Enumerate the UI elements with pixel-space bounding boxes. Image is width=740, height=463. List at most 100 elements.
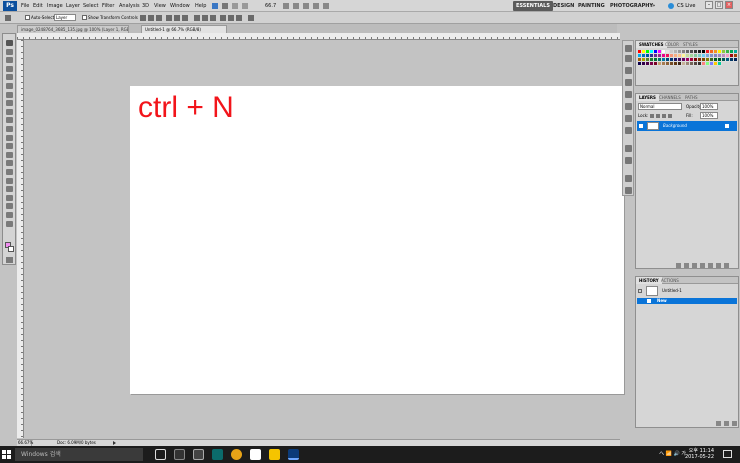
new-layer-icon[interactable] <box>716 263 721 268</box>
browser-app-icon[interactable] <box>231 449 242 460</box>
align-top-icon[interactable] <box>140 15 146 21</box>
align-vcenter-icon[interactable] <box>148 15 154 21</box>
eye-icon[interactable] <box>639 124 643 128</box>
taskbar-clock[interactable]: 오후 11:14 2017-05-22 <box>685 448 714 460</box>
brush-tool-icon[interactable] <box>6 100 13 107</box>
delete-state-icon[interactable] <box>732 421 737 426</box>
new-document-from-state-icon[interactable] <box>716 421 721 426</box>
paragraph-panel-icon[interactable] <box>625 157 632 164</box>
distribute-bottom-icon[interactable] <box>210 15 216 21</box>
shape-tool-icon[interactable] <box>6 186 13 193</box>
history-snapshot[interactable]: Untitled-1 <box>638 286 736 296</box>
quick-select-tool-icon[interactable] <box>6 65 13 72</box>
chrome-app-icon[interactable] <box>174 449 185 460</box>
zoom-tool-icon[interactable] <box>6 220 13 227</box>
move-tool-icon[interactable] <box>5 15 11 21</box>
link-layers-icon[interactable] <box>676 263 681 268</box>
fill-field[interactable]: 100% <box>700 112 718 119</box>
show-transform-checkbox[interactable] <box>82 15 87 20</box>
mini-bridge-panel-icon[interactable] <box>625 45 632 52</box>
distribute-hcenter-icon[interactable] <box>228 15 234 21</box>
color-swatch[interactable] <box>718 62 722 66</box>
layer-mask-icon[interactable] <box>692 263 697 268</box>
minibridge-icon[interactable] <box>222 3 228 9</box>
lock-image-icon[interactable] <box>656 114 660 118</box>
photoshop-app-icon[interactable] <box>288 449 299 460</box>
auto-align-icon[interactable] <box>248 15 254 21</box>
workspace-painting[interactable]: PAINTING <box>575 1 608 11</box>
blur-tool-icon[interactable] <box>6 143 13 150</box>
distribute-left-icon[interactable] <box>220 15 226 21</box>
menu-filter[interactable]: Filter <box>102 2 114 10</box>
new-group-icon[interactable] <box>708 263 713 268</box>
color-swatch[interactable] <box>734 58 738 62</box>
kakaotalk-app-icon[interactable] <box>269 449 280 460</box>
notes-panel-icon[interactable] <box>625 175 632 182</box>
zoom-select[interactable]: 66.7 <box>265 2 276 10</box>
bridge-icon[interactable] <box>212 3 218 9</box>
character-panel-icon[interactable] <box>625 145 632 152</box>
menu-help[interactable]: Help <box>195 2 206 10</box>
layer-name[interactable]: Background <box>663 121 687 131</box>
new-snapshot-icon[interactable] <box>724 421 729 426</box>
system-tray[interactable]: へ 📶 🔊 가 <box>659 449 686 459</box>
tab-color[interactable]: COLOR <box>662 41 682 48</box>
tab-document-untitled[interactable]: Untitled-1 @ 66.7% (RGB/8) <box>141 25 227 33</box>
auto-select-checkbox[interactable] <box>25 15 30 20</box>
menu-edit[interactable]: Edit <box>33 2 43 10</box>
restore-button[interactable]: □ <box>715 1 723 9</box>
menu-image[interactable]: Image <box>47 2 63 10</box>
marquee-tool-icon[interactable] <box>6 48 13 55</box>
align-right-icon[interactable] <box>182 15 188 21</box>
align-hcenter-icon[interactable] <box>174 15 180 21</box>
adjustments-panel-icon[interactable] <box>625 67 632 74</box>
3d-orbit-tool-icon[interactable] <box>6 203 13 210</box>
eyedropper-tool-icon[interactable] <box>6 83 13 89</box>
menu-window[interactable]: Window <box>170 2 190 10</box>
status-menu-arrow-icon[interactable] <box>113 441 116 445</box>
background-color-swatch[interactable] <box>8 246 14 252</box>
menu-analysis[interactable]: Analysis <box>119 2 140 10</box>
app-icon-4[interactable] <box>212 449 223 460</box>
lock-position-icon[interactable] <box>662 114 666 118</box>
move-tool-icon[interactable] <box>6 40 13 46</box>
histogram-panel-icon[interactable] <box>625 91 632 98</box>
screen-mode-icon[interactable] <box>323 3 329 9</box>
tab-actions[interactable]: ACTIONS <box>658 277 682 284</box>
tab-document-1[interactable]: image_0248764_3685_135.jpg @ 100% (Layer… <box>17 25 129 33</box>
zoom-icon[interactable] <box>293 3 299 9</box>
quick-mask-icon[interactable] <box>6 257 13 263</box>
menu-3d[interactable]: 3D <box>142 2 149 10</box>
tab-styles[interactable]: STYLES <box>680 41 701 48</box>
opacity-field[interactable]: 100% <box>700 103 718 110</box>
distribute-top-icon[interactable] <box>194 15 200 21</box>
clone-source-panel-icon[interactable] <box>625 127 632 134</box>
healing-brush-tool-icon[interactable] <box>6 91 13 98</box>
cs-live-icon[interactable] <box>668 3 674 9</box>
3d-rotate-tool-icon[interactable] <box>6 194 13 201</box>
app-icon-6[interactable] <box>250 449 261 460</box>
clone-stamp-tool-icon[interactable] <box>6 108 13 115</box>
tab-paths[interactable]: PATHS <box>682 94 701 101</box>
view-extras-icon[interactable] <box>242 3 248 9</box>
adjustment-layer-icon[interactable] <box>700 263 705 268</box>
workspace-more[interactable]: » <box>649 1 658 11</box>
arrange-documents-icon[interactable] <box>313 3 319 9</box>
hand-icon[interactable] <box>283 3 289 9</box>
align-left-icon[interactable] <box>166 15 172 21</box>
blend-mode-select[interactable]: Normal <box>638 103 682 110</box>
document-canvas[interactable]: ctrl + N <box>130 86 624 394</box>
menu-layer[interactable]: Layer <box>66 2 80 10</box>
pen-tool-icon[interactable] <box>6 160 13 167</box>
path-select-tool-icon[interactable] <box>6 177 13 184</box>
notification-icon[interactable] <box>723 450 732 458</box>
layer-row-background[interactable]: Background <box>637 121 737 131</box>
task-view-icon[interactable] <box>155 449 166 460</box>
history-brush-icon[interactable] <box>638 289 642 293</box>
distribute-right-icon[interactable] <box>236 15 242 21</box>
guides-icon[interactable] <box>232 3 238 9</box>
dodge-tool-icon[interactable] <box>6 151 13 158</box>
delete-layer-icon[interactable] <box>724 263 729 268</box>
menu-file[interactable]: File <box>21 2 29 10</box>
history-step-new[interactable]: New <box>637 298 737 304</box>
